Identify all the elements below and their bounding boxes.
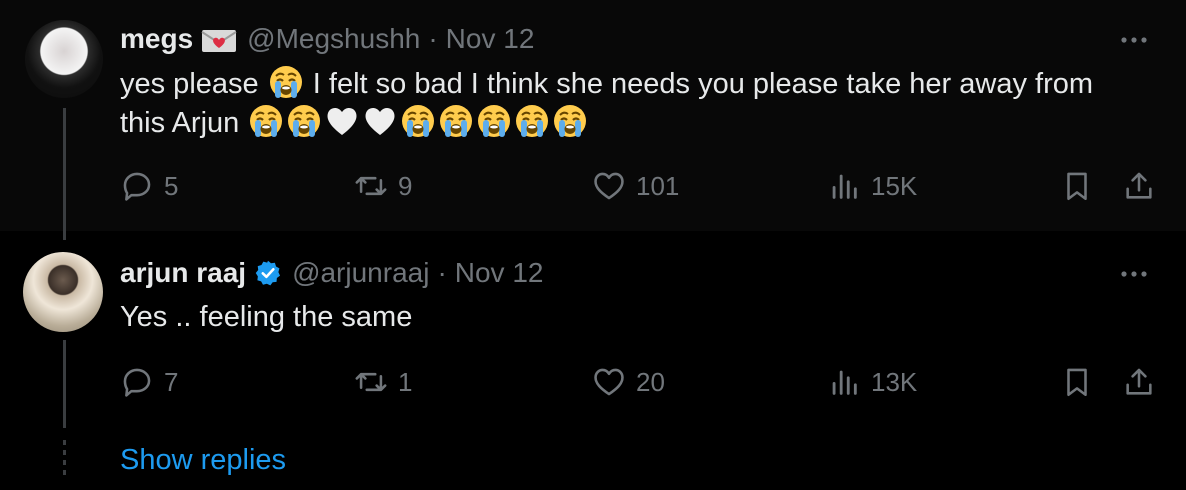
loudly-crying-face-icon (268, 64, 304, 100)
repost-button[interactable]: 1 (354, 364, 412, 400)
loudly-crying-face-icon (476, 103, 512, 139)
bookmark-button[interactable] (1060, 168, 1094, 204)
bookmark-button[interactable] (1060, 364, 1094, 400)
repost-count: 1 (398, 366, 413, 397)
verified-badge-icon (254, 259, 282, 287)
loudly-crying-face-icon (286, 103, 322, 139)
tweet-actions: 5 9 101 15K (120, 168, 1160, 204)
user-handle[interactable]: @Megshushh (247, 22, 420, 56)
display-name[interactable]: arjun raaj (120, 256, 246, 290)
like-count: 20 (636, 366, 665, 397)
tweet-header: megs @Megshushh · Nov 12 (120, 22, 534, 56)
repost-button[interactable]: 9 (354, 168, 412, 204)
tweet-actions: 7 1 20 13K (120, 364, 1160, 400)
reply-icon (123, 368, 151, 397)
tweet-text: Yes .. feeling the same (120, 301, 413, 333)
show-replies-link[interactable]: Show replies (120, 442, 286, 478)
share-button[interactable] (1122, 364, 1156, 400)
views-count: 13K (871, 366, 918, 397)
white-heart-icon (362, 103, 398, 139)
views-button[interactable]: 15K (827, 168, 917, 204)
loudly-crying-face-icon (400, 103, 436, 139)
more-options-icon[interactable] (1118, 33, 1150, 45)
avatar[interactable] (25, 20, 103, 98)
share-icon (1126, 172, 1152, 199)
loudly-crying-face-icon (514, 103, 550, 139)
views-chart-icon (832, 370, 857, 395)
tweet-date[interactable]: Nov 12 (446, 22, 535, 56)
repost-icon (355, 372, 387, 392)
views-count: 15K (871, 170, 918, 201)
like-button[interactable]: 101 (592, 168, 679, 204)
like-count: 101 (636, 170, 680, 201)
tweet-text-part: this Arjun (120, 107, 240, 139)
bookmark-icon (1067, 368, 1087, 397)
bookmark-icon (1067, 172, 1087, 201)
tweet-text-part: I felt so bad I think she needs you plea… (312, 68, 1094, 100)
share-icon (1126, 368, 1152, 395)
thread-connector-line (63, 340, 66, 428)
tweet-text-part: yes please (120, 68, 259, 100)
loudly-crying-face-icon (438, 103, 474, 139)
tweet-text: yes please I felt so bad I think she nee… (120, 64, 1160, 142)
views-chart-icon (832, 174, 857, 199)
views-button[interactable]: 13K (827, 364, 917, 400)
tweet-header: arjun raaj @arjunraaj · Nov 12 (120, 256, 543, 290)
avatar[interactable] (23, 252, 103, 332)
more-options-icon[interactable] (1118, 267, 1150, 279)
reply-count: 5 (164, 170, 179, 201)
separator-dot: · (437, 257, 447, 288)
reply-count: 7 (164, 366, 179, 397)
reply-icon (123, 172, 151, 201)
heart-icon (594, 172, 624, 200)
white-heart-icon (324, 103, 360, 139)
thread-connector-line (63, 108, 66, 240)
tweet-date[interactable]: Nov 12 (455, 256, 544, 290)
display-name[interactable]: megs (120, 22, 193, 56)
envelope-heart-icon (201, 27, 237, 52)
loudly-crying-face-icon (552, 103, 588, 139)
share-button[interactable] (1122, 168, 1156, 204)
separator-dot: · (428, 23, 438, 54)
like-button[interactable]: 20 (592, 364, 665, 400)
repost-count: 9 (398, 170, 413, 201)
thread-continuation-dots (63, 440, 66, 476)
repost-icon (355, 176, 387, 196)
reply-button[interactable]: 7 (120, 364, 178, 400)
reply-button[interactable]: 5 (120, 168, 178, 204)
user-handle[interactable]: @arjunraaj (292, 256, 429, 290)
tweet-megs[interactable]: megs @Megshushh · Nov 12 yes please I fe… (0, 0, 1186, 231)
loudly-crying-face-icon (248, 103, 284, 139)
heart-icon (594, 368, 624, 396)
